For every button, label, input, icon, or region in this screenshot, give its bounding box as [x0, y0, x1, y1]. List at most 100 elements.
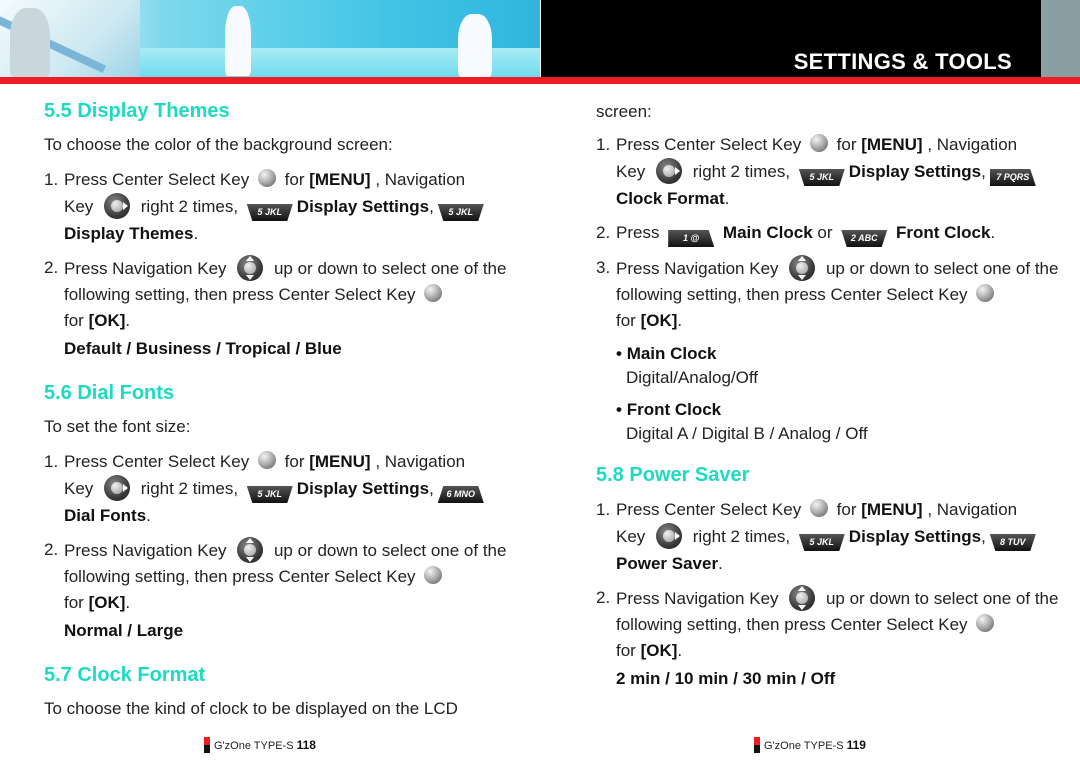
step-text: for — [64, 311, 89, 330]
step-text: Press Center Select Key — [64, 452, 254, 471]
step-number: 1. — [596, 135, 611, 154]
menu-path-display-settings: Display Settings — [296, 197, 430, 216]
step-2: 2. Press Navigation Key up or down to se… — [576, 585, 1066, 664]
center-select-key-icon — [809, 134, 828, 152]
step-1: 1. Press Center Select Key for [MENU] , … — [576, 497, 1066, 577]
step-text: Key — [64, 479, 99, 498]
step-number: 2. — [44, 258, 59, 277]
navigation-key-right-icon — [104, 193, 131, 219]
ok-label: [OK] — [88, 593, 126, 612]
footer-brand: G'zOne TYPE-S — [214, 740, 294, 752]
center-select-key-icon — [976, 284, 995, 302]
intro-continued: screen: — [596, 102, 652, 121]
key-5-icon: 5 JKL — [246, 204, 293, 221]
menu-path-target: Power Saver — [616, 554, 719, 573]
menu-label: [MENU] — [861, 500, 923, 519]
center-select-key-icon — [424, 284, 443, 302]
bullet-title: • Main Clock — [616, 344, 717, 363]
heading-power-saver: 5.8 Power Saver — [596, 464, 750, 486]
punct: . — [677, 641, 683, 660]
punct: . — [990, 223, 996, 242]
step-number: 1. — [44, 170, 59, 189]
center-select-key-icon — [257, 169, 276, 187]
bullet-title: • Front Clock — [616, 400, 722, 419]
step-number: 1. — [596, 500, 611, 519]
bullet-main-clock: • Main Clock Digital/Analog/Off — [596, 342, 1066, 390]
footer-right: G'zOne TYPE-S 119 — [754, 737, 866, 753]
step-text: Key — [64, 197, 99, 216]
intro-dial-fonts: To set the font size: — [44, 417, 191, 436]
options-display-themes: Default / Business / Tropical / Blue — [64, 339, 342, 358]
left-page: 5.5 Display Themes To choose the color o… — [44, 100, 514, 731]
step-3: 3. Press Navigation Key up or down to se… — [576, 255, 1066, 334]
step-text: Key — [616, 527, 651, 546]
punct: , — [981, 162, 986, 181]
step-text: Press Center Select Key — [616, 135, 806, 154]
key-8-icon: 8 TUV — [989, 534, 1036, 551]
section-title: SETTINGS & TOOLS — [793, 49, 1012, 74]
menu-path-target: Clock Format — [616, 189, 725, 208]
punct: . — [724, 189, 730, 208]
ok-label: [OK] — [640, 641, 678, 660]
key-5-icon: 5 JKL — [246, 486, 293, 503]
step-text: right 2 times, — [688, 162, 795, 181]
key-1-icon: 1 @ — [668, 230, 715, 247]
navigation-key-right-icon — [656, 158, 683, 184]
step-text: Press Navigation Key — [64, 259, 232, 278]
step-text: for — [831, 500, 862, 519]
navigation-key-right-icon — [104, 475, 131, 501]
step-number: 3. — [596, 258, 611, 277]
step-text: Press Center Select Key — [616, 500, 806, 519]
step-number: 1. — [44, 452, 59, 471]
step-1: 1. Press Center Select Key for [MENU] , … — [576, 132, 1066, 212]
step-text: right 2 times, — [136, 479, 243, 498]
menu-label: [MENU] — [861, 135, 923, 154]
center-select-key-icon — [976, 614, 995, 632]
footer-marker-icon — [754, 737, 760, 753]
option-main-clock: Main Clock — [722, 223, 813, 242]
step-text: , Navigation — [370, 452, 466, 471]
footer-left: G'zOne TYPE-S 118 — [204, 737, 316, 753]
bullet-title-text: Main Clock — [626, 344, 717, 363]
heading-display-themes: 5.5 Display Themes — [44, 100, 230, 122]
step-text: Key — [616, 162, 651, 181]
step-2: 2. Press Navigation Key up or down to se… — [44, 255, 514, 334]
banner-figure-jumper — [225, 6, 251, 76]
step-text: for — [616, 311, 641, 330]
heading-dial-fonts: 5.6 Dial Fonts — [44, 382, 175, 404]
navigation-key-updown-icon — [789, 585, 816, 611]
navigation-key-updown-icon — [237, 255, 264, 281]
options-dial-fonts: Normal / Large — [64, 621, 184, 640]
ok-label: [OK] — [88, 311, 126, 330]
navigation-key-right-icon — [656, 523, 683, 549]
bullet-value: Digital/Analog/Off — [626, 368, 758, 387]
menu-path-target: Display Themes — [64, 224, 194, 243]
step-number: 2. — [44, 540, 59, 559]
step-1: 1. Press Center Select Key for [MENU] , … — [44, 167, 514, 247]
key-6-icon: 6 MNO — [437, 486, 484, 503]
bullet-value: Digital A / Digital B / Analog / Off — [626, 424, 868, 443]
footer-marker-icon — [204, 737, 210, 753]
punct: , — [429, 479, 434, 498]
menu-path-display-settings: Display Settings — [848, 527, 982, 546]
page-number: 118 — [296, 738, 316, 752]
menu-path-display-settings: Display Settings — [848, 162, 982, 181]
step-2: 2. Press Navigation Key up or down to se… — [44, 537, 514, 616]
options-power-saver: 2 min / 10 min / 30 min / Off — [616, 669, 836, 688]
step-text: , Navigation — [922, 500, 1018, 519]
footer-brand: G'zOne TYPE-S — [764, 740, 844, 752]
banner-figure-arms-out — [458, 14, 492, 77]
center-select-key-icon — [424, 566, 443, 584]
step-text: Press — [616, 223, 665, 242]
menu-path-target: Dial Fonts — [64, 506, 147, 525]
page-number: 119 — [846, 738, 866, 752]
option-front-clock: Front Clock — [895, 223, 991, 242]
step-text: Press Navigation Key — [616, 589, 784, 608]
step-text: for — [279, 170, 310, 189]
step-text: Press Navigation Key — [64, 541, 232, 560]
bullet-front-clock: • Front Clock Digital A / Digital B / An… — [596, 398, 1066, 446]
navigation-key-updown-icon — [789, 255, 816, 281]
step-text: right 2 times, — [136, 197, 243, 216]
header-banner-grey — [1041, 0, 1080, 77]
punct: . — [193, 224, 199, 243]
